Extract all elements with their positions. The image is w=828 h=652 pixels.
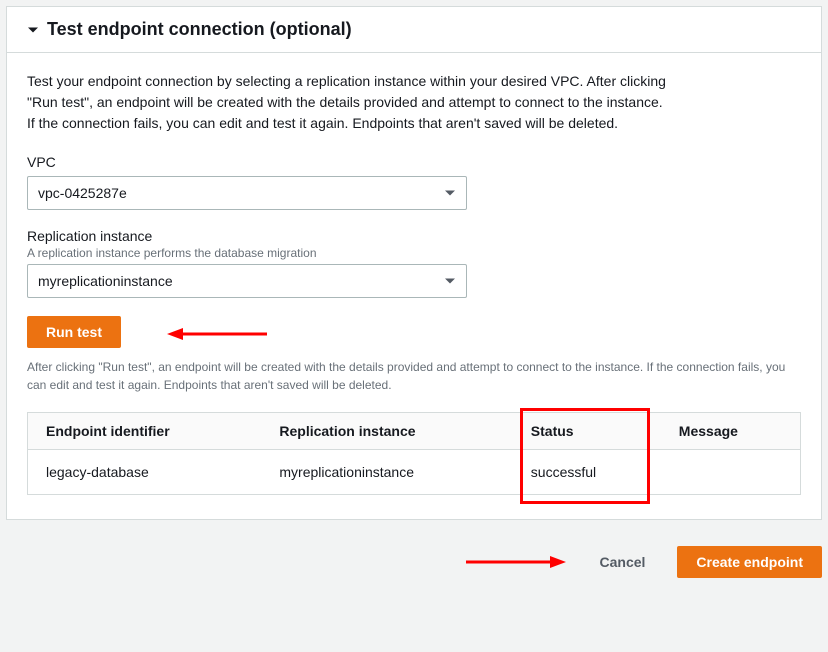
col-endpoint-identifier: Endpoint identifier [28, 413, 262, 450]
replication-select[interactable]: myreplicationinstance [27, 264, 467, 298]
replication-field-group: Replication instance A replication insta… [27, 228, 801, 298]
table-row: legacy-database myreplicationinstance su… [28, 450, 801, 495]
col-message: Message [661, 413, 801, 450]
vpc-field-group: VPC vpc-0425287e [27, 154, 801, 210]
caret-down-icon [27, 24, 39, 36]
cell-message [661, 450, 801, 495]
footer-actions: Cancel Create endpoint [0, 526, 828, 584]
run-test-button[interactable]: Run test [27, 316, 121, 348]
replication-label: Replication instance [27, 228, 801, 244]
col-status: Status [513, 413, 661, 450]
panel-description: Test your endpoint connection by selecti… [27, 71, 667, 134]
panel-title: Test endpoint connection (optional) [47, 19, 352, 40]
replication-value: myreplicationinstance [38, 273, 173, 289]
vpc-value: vpc-0425287e [38, 185, 127, 201]
table-header-row: Endpoint identifier Replication instance… [28, 413, 801, 450]
dropdown-caret-icon [444, 187, 456, 199]
vpc-label: VPC [27, 154, 801, 170]
vpc-select[interactable]: vpc-0425287e [27, 176, 467, 210]
panel-header[interactable]: Test endpoint connection (optional) [7, 7, 821, 53]
cancel-button[interactable]: Cancel [582, 546, 664, 578]
create-endpoint-button[interactable]: Create endpoint [677, 546, 822, 578]
cell-endpoint-identifier: legacy-database [28, 450, 262, 495]
panel-body: Test your endpoint connection by selecti… [7, 53, 821, 519]
annotation-arrow-icon [167, 324, 267, 344]
dropdown-caret-icon [444, 275, 456, 287]
run-test-helper: After clicking "Run test", an endpoint w… [27, 358, 787, 394]
replication-helper: A replication instance performs the data… [27, 246, 801, 260]
cell-status: successful [513, 450, 661, 495]
results-table: Endpoint identifier Replication instance… [27, 412, 801, 495]
annotation-arrow-icon [466, 552, 566, 572]
col-replication-instance: Replication instance [261, 413, 512, 450]
cell-replication-instance: myreplicationinstance [261, 450, 512, 495]
test-endpoint-panel: Test endpoint connection (optional) Test… [6, 6, 822, 520]
